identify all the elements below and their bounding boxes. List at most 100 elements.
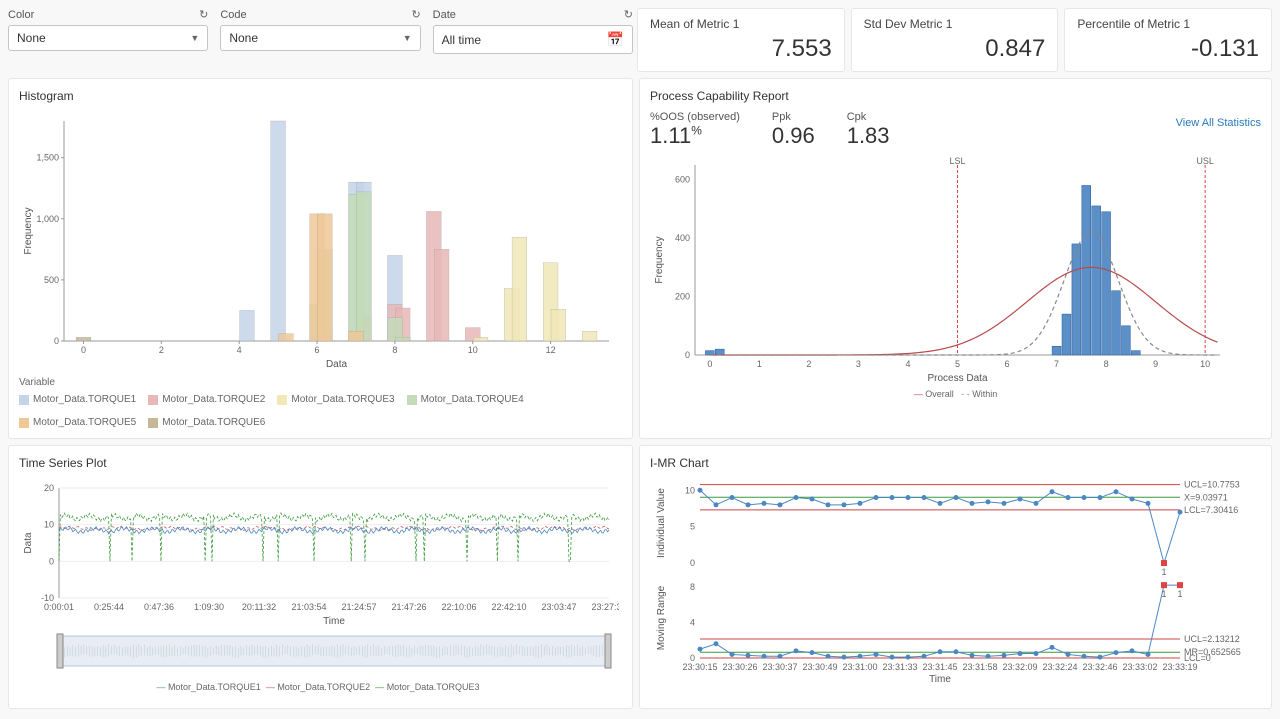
imr-title: I-MR Chart xyxy=(650,456,1261,470)
svg-text:5: 5 xyxy=(955,359,960,369)
svg-text:9: 9 xyxy=(1153,359,1158,369)
svg-text:0: 0 xyxy=(685,350,690,360)
filter-color: Color ↻ None ▼ xyxy=(8,8,208,72)
svg-text:23:32:24: 23:32:24 xyxy=(1042,662,1077,672)
svg-text:20: 20 xyxy=(44,483,54,493)
svg-text:2: 2 xyxy=(806,359,811,369)
svg-text:Moving Range: Moving Range xyxy=(656,585,667,650)
svg-text:Process Data: Process Data xyxy=(927,373,987,384)
svg-text:5: 5 xyxy=(690,522,695,532)
svg-text:UCL=10.7753: UCL=10.7753 xyxy=(1184,480,1240,490)
svg-text:UCL=2.13212: UCL=2.13212 xyxy=(1184,634,1240,644)
svg-text:600: 600 xyxy=(675,175,690,185)
svg-text:Data: Data xyxy=(23,532,34,554)
svg-text:6: 6 xyxy=(315,345,320,355)
svg-text:Time: Time xyxy=(929,674,951,685)
chevron-down-icon: ▼ xyxy=(403,33,412,43)
svg-text:8: 8 xyxy=(1104,359,1109,369)
svg-text:Frequency: Frequency xyxy=(654,236,665,283)
svg-text:1: 1 xyxy=(1161,589,1166,599)
calendar-icon: 📅 xyxy=(607,31,624,48)
svg-text:23:32:09: 23:32:09 xyxy=(1002,662,1037,672)
svg-text:23:30:49: 23:30:49 xyxy=(802,662,837,672)
svg-text:LCL=7.30416: LCL=7.30416 xyxy=(1184,505,1238,515)
timeseries-title: Time Series Plot xyxy=(19,456,622,470)
pcr-chart: 0 200 400 600 0 1 2 3 4 5 6 7 8 9 10 Process Data Freque… xyxy=(650,155,1250,385)
filter-code-label: Code xyxy=(220,9,246,21)
pcr-legend: — Overall - - Within xyxy=(650,389,1261,399)
svg-text:1:09:30: 1:09:30 xyxy=(194,602,224,612)
svg-text:Frequency: Frequency xyxy=(23,207,34,254)
svg-text:Time: Time xyxy=(323,616,345,627)
chevron-down-icon: ▼ xyxy=(190,33,199,43)
timeseries-chart: -10010200:00:010:25:440:47:361:09:3020:1… xyxy=(19,478,619,628)
svg-text:23:30:37: 23:30:37 xyxy=(762,662,797,672)
histogram-legend: Motor_Data.TORQUE1Motor_Data.TORQUE2Moto… xyxy=(19,394,622,428)
imr-chart: 0 5 10 1 UCL=10.7753 X=9.03971 LCL=7.30416 Indi… xyxy=(650,478,1250,698)
svg-text:8: 8 xyxy=(690,582,695,592)
pcr-title: Process Capability Report xyxy=(650,89,1261,103)
svg-text:1,000: 1,000 xyxy=(36,214,59,224)
histogram-chart: 05001,0001,500024681012DataFrequency xyxy=(19,111,619,371)
svg-text:USL: USL xyxy=(1196,156,1214,166)
imr-panel: I-MR Chart 0 5 10 1 UCL=10.7753 X=9.03971 LCL=… xyxy=(639,445,1272,709)
svg-text:400: 400 xyxy=(675,233,690,243)
svg-text:23:32:46: 23:32:46 xyxy=(1082,662,1117,672)
svg-text:1: 1 xyxy=(757,359,762,369)
svg-text:0: 0 xyxy=(690,558,695,568)
svg-text:21:24:57: 21:24:57 xyxy=(341,602,376,612)
timeseries-minimap[interactable] xyxy=(19,628,619,678)
refresh-icon[interactable]: ↻ xyxy=(199,8,208,21)
svg-text:Data: Data xyxy=(326,359,348,370)
svg-text:2: 2 xyxy=(159,345,164,355)
svg-text:10: 10 xyxy=(44,520,54,530)
svg-text:23:33:19: 23:33:19 xyxy=(1162,662,1197,672)
svg-text:4: 4 xyxy=(237,345,242,355)
filter-color-label: Color xyxy=(8,9,34,21)
refresh-icon[interactable]: ↻ xyxy=(624,8,633,21)
filter-code: Code ↻ None ▼ xyxy=(220,8,420,72)
svg-text:20:11:32: 20:11:32 xyxy=(242,602,276,612)
svg-text:0: 0 xyxy=(49,556,54,566)
svg-text:6: 6 xyxy=(1005,359,1010,369)
filter-date: Date ↻ All time 📅 xyxy=(433,8,633,72)
code-dropdown[interactable]: None ▼ xyxy=(220,25,420,51)
svg-text:23:31:33: 23:31:33 xyxy=(882,662,917,672)
timeseries-legend: — Motor_Data.TORQUE1 — Motor_Data.TORQUE… xyxy=(19,682,622,692)
date-dropdown[interactable]: All time 📅 xyxy=(433,25,633,54)
svg-text:0: 0 xyxy=(707,359,712,369)
svg-text:10: 10 xyxy=(1200,359,1210,369)
filter-date-label: Date xyxy=(433,9,456,21)
svg-text:23:33:02: 23:33:02 xyxy=(1122,662,1157,672)
color-dropdown[interactable]: None ▼ xyxy=(8,25,208,51)
view-all-stats-link[interactable]: View All Statistics xyxy=(1176,117,1261,129)
svg-text:7: 7 xyxy=(1054,359,1059,369)
metric-std: Std Dev Metric 1 0.847 xyxy=(851,8,1059,72)
metric-mean: Mean of Metric 1 7.553 xyxy=(637,8,845,72)
svg-text:1,500: 1,500 xyxy=(36,153,59,163)
svg-text:21:47:26: 21:47:26 xyxy=(391,602,426,612)
svg-text:200: 200 xyxy=(675,292,690,302)
svg-text:22:10:06: 22:10:06 xyxy=(441,602,476,612)
svg-text:3: 3 xyxy=(856,359,861,369)
svg-text:0:25:44: 0:25:44 xyxy=(94,602,124,612)
svg-text:4: 4 xyxy=(905,359,910,369)
histogram-panel: Histogram 05001,0001,500024681012DataFre… xyxy=(8,78,633,439)
svg-text:10: 10 xyxy=(685,485,695,495)
svg-text:21:03:54: 21:03:54 xyxy=(291,602,326,612)
timeseries-panel: Time Series Plot -10010200:00:010:25:440… xyxy=(8,445,633,709)
refresh-icon[interactable]: ↻ xyxy=(411,8,420,21)
svg-text:23:30:26: 23:30:26 xyxy=(722,662,757,672)
svg-text:10: 10 xyxy=(468,345,478,355)
svg-text:4: 4 xyxy=(690,617,695,627)
svg-text:Individual Value: Individual Value xyxy=(656,488,667,558)
svg-text:1: 1 xyxy=(1177,589,1182,599)
svg-text:23:03:47: 23:03:47 xyxy=(541,602,576,612)
svg-text:1: 1 xyxy=(1161,567,1166,577)
svg-text:23:31:58: 23:31:58 xyxy=(962,662,997,672)
svg-text:8: 8 xyxy=(392,345,397,355)
svg-text:0:47:36: 0:47:36 xyxy=(144,602,174,612)
svg-text:23:27:39: 23:27:39 xyxy=(591,602,619,612)
svg-text:X=9.03971: X=9.03971 xyxy=(1184,492,1228,502)
svg-text:12: 12 xyxy=(546,345,556,355)
